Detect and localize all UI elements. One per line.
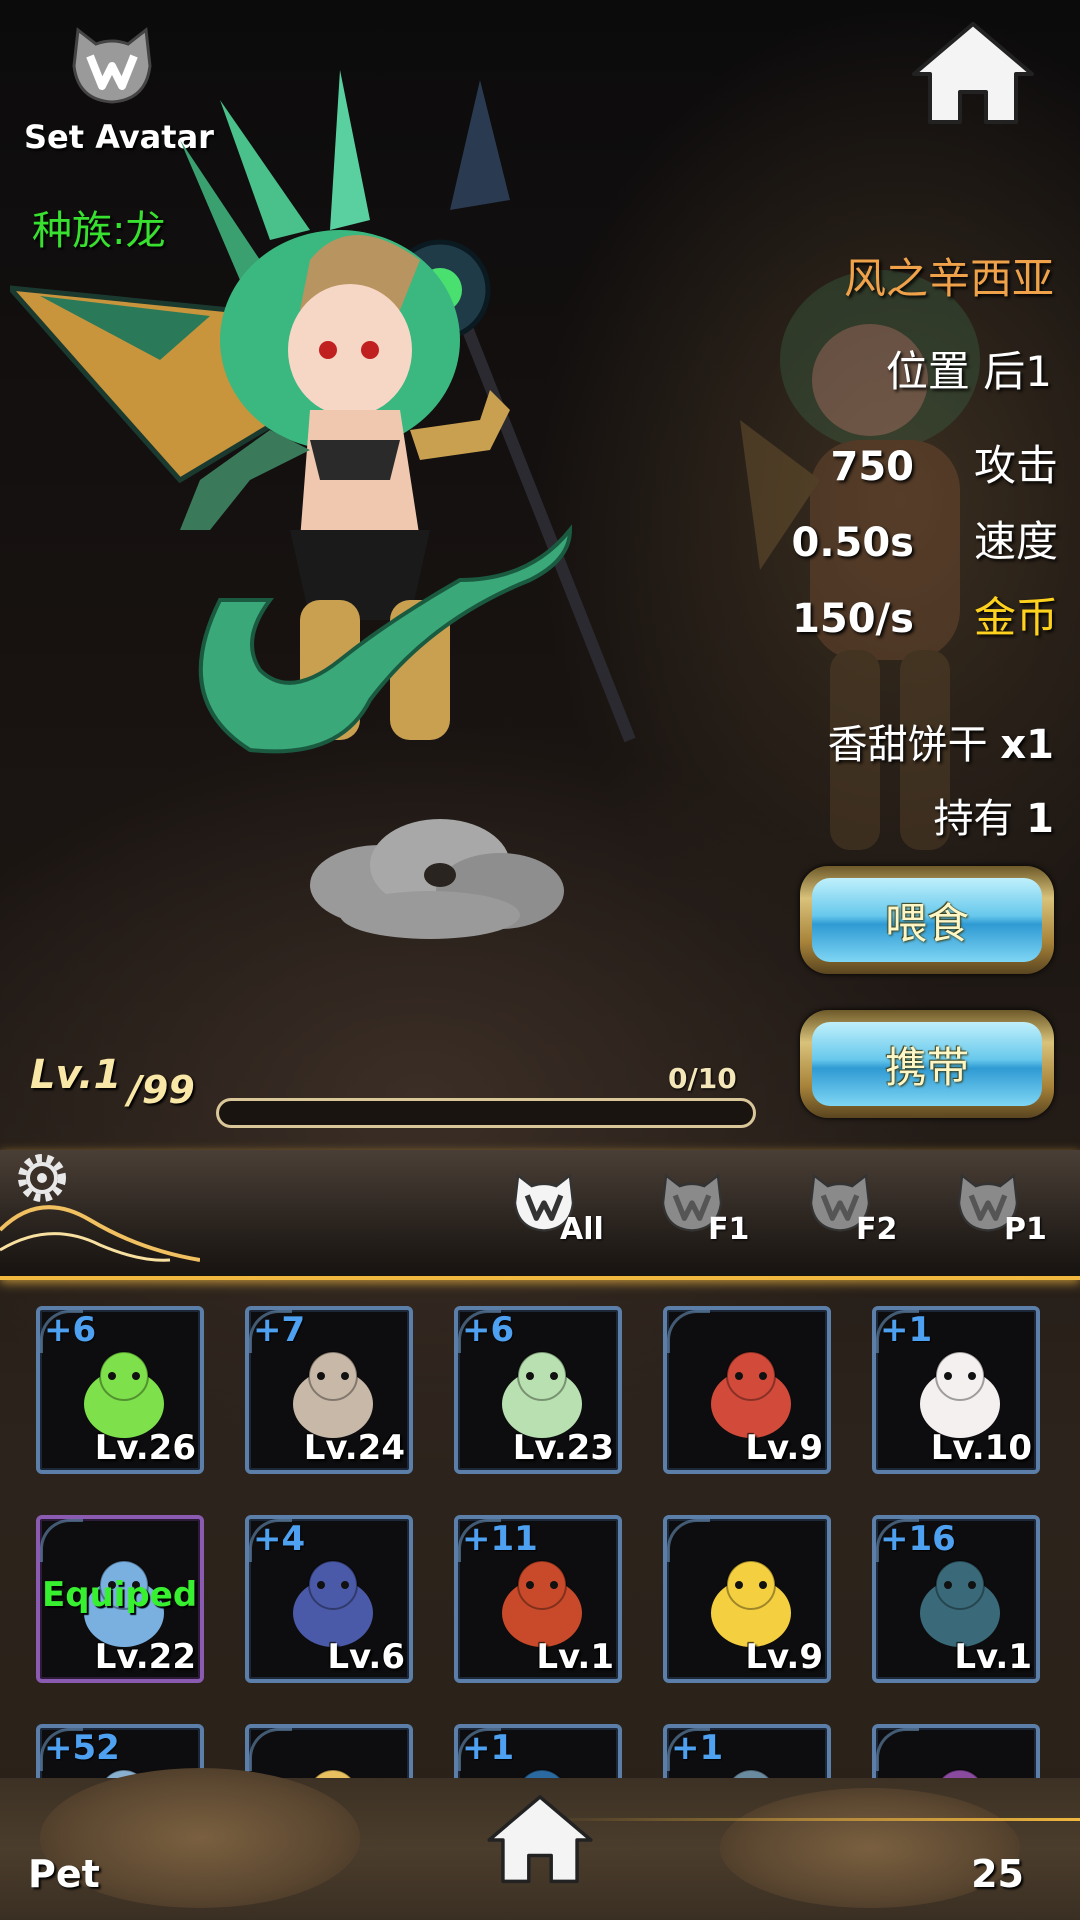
attack-label: 攻击 [973,441,1058,490]
pet-card[interactable]: Equiped Lv.22 [36,1515,204,1683]
equipped-badge: Equiped [42,1575,198,1615]
food-name: 香甜饼干 [827,722,988,768]
pet-grid: +6 Lv.26 +7 Lv.24 +6 Lv.23 Lv.9 +1 Lv.10 Equiped L… [36,1306,1056,1778]
filter-tab-f2-label: F2 [856,1212,898,1247]
pet-enhance-badge: +1 [671,1728,724,1768]
pet-level: Lv.1 [30,1052,122,1098]
pet-icon [940,1769,980,1778]
filter-tab-f1-label: F1 [708,1212,750,1247]
pet-level-label: Lv.23 [512,1428,614,1468]
feed-button-label: 喂食 [812,878,1042,962]
pet-level-label: Lv.9 [745,1637,823,1677]
pet-card[interactable]: +1 [663,1724,831,1778]
pet-count: 25 [971,1852,1024,1896]
pet-character-art [10,70,636,754]
filter-tab-f2[interactable]: F2 [808,1172,898,1262]
speed-value: 0.50s [791,520,914,566]
pet-level-label: Lv.22 [94,1637,196,1677]
filter-tab-p1[interactable]: P1 [956,1172,1047,1262]
filter-tab-p1-label: P1 [1004,1212,1047,1247]
pet-card[interactable] [245,1724,413,1778]
filter-tab-f1[interactable]: F1 [660,1172,750,1262]
gold-value: 150/s [792,596,914,642]
attack-stat: 750 攻击 [830,432,1058,493]
pet-card[interactable]: +16 Lv.1 [872,1515,1040,1683]
carry-button[interactable]: 携带 [800,1010,1054,1118]
carry-button-label: 携带 [812,1022,1042,1106]
pet-level-label: Lv.24 [303,1428,405,1468]
gold-stat: 150/s 金币 [792,584,1058,645]
speed-label: 速度 [973,517,1058,566]
home-icon[interactable] [484,1790,596,1890]
pet-card[interactable]: +6 Lv.23 [454,1306,622,1474]
owned-label: 持有 [933,796,1014,842]
speed-stat: 0.50s 速度 [791,508,1058,569]
position-label: 位置 后1 [885,347,1052,396]
food-quantity: x1 [1000,722,1054,768]
pet-level-label: Lv.1 [536,1637,614,1677]
gold-label: 金币 [973,593,1058,642]
pet-level-max: /99 [128,1068,195,1112]
pet-enhance-badge: +4 [253,1519,306,1559]
xp-text: 0/10 [668,1062,737,1095]
pet-level-label: Lv.10 [930,1428,1032,1468]
pet-enhance-badge: +16 [880,1519,956,1559]
pet-card[interactable] [872,1724,1040,1778]
food-item: 香甜饼干 x1 [828,712,1054,770]
pet-name: 风之辛西亚 [843,254,1054,303]
pet-level-label: Lv.26 [94,1428,196,1468]
settings-gear-icon[interactable] [12,1148,72,1208]
pet-card[interactable]: +1 Lv.10 [872,1306,1040,1474]
pet-enhance-badge: +11 [462,1519,538,1559]
dust-cloud [310,819,564,939]
owned-value: 1 [1026,796,1054,842]
bottom-divider [540,1818,1080,1821]
owned-count: 持有 1 [933,786,1054,844]
xp-progress-bar [216,1098,756,1128]
feed-button[interactable]: 喂食 [800,866,1054,974]
pet-enhance-badge: +6 [462,1310,515,1350]
pet-enhance-badge: +1 [462,1728,515,1768]
pet-card[interactable]: Lv.9 [663,1306,831,1474]
pet-enhance-badge: +7 [253,1310,306,1350]
pet-level-label: Lv.9 [745,1428,823,1468]
pet-enhance-badge: +1 [880,1310,933,1350]
pet-icon [313,1769,353,1778]
pet-tab-label: Pet [28,1852,100,1896]
pet-level-label: Lv.1 [954,1637,1032,1677]
pet-level-label: Lv.6 [327,1637,405,1677]
pet-card[interactable]: +7 Lv.24 [245,1306,413,1474]
pet-card[interactable]: +6 Lv.26 [36,1306,204,1474]
pet-card[interactable]: +1 [454,1724,622,1778]
attack-value: 750 [830,444,914,490]
pet-card[interactable]: Lv.9 [663,1515,831,1683]
filter-tab-all[interactable]: All [512,1172,604,1262]
home-icon[interactable] [908,18,1038,130]
pet-enhance-badge: +6 [44,1310,97,1350]
pet-enhance-badge: +52 [44,1728,120,1768]
filter-tab-all-label: All [560,1212,604,1247]
pet-card[interactable]: +11 Lv.1 [454,1515,622,1683]
pet-card[interactable]: +4 Lv.6 [245,1515,413,1683]
